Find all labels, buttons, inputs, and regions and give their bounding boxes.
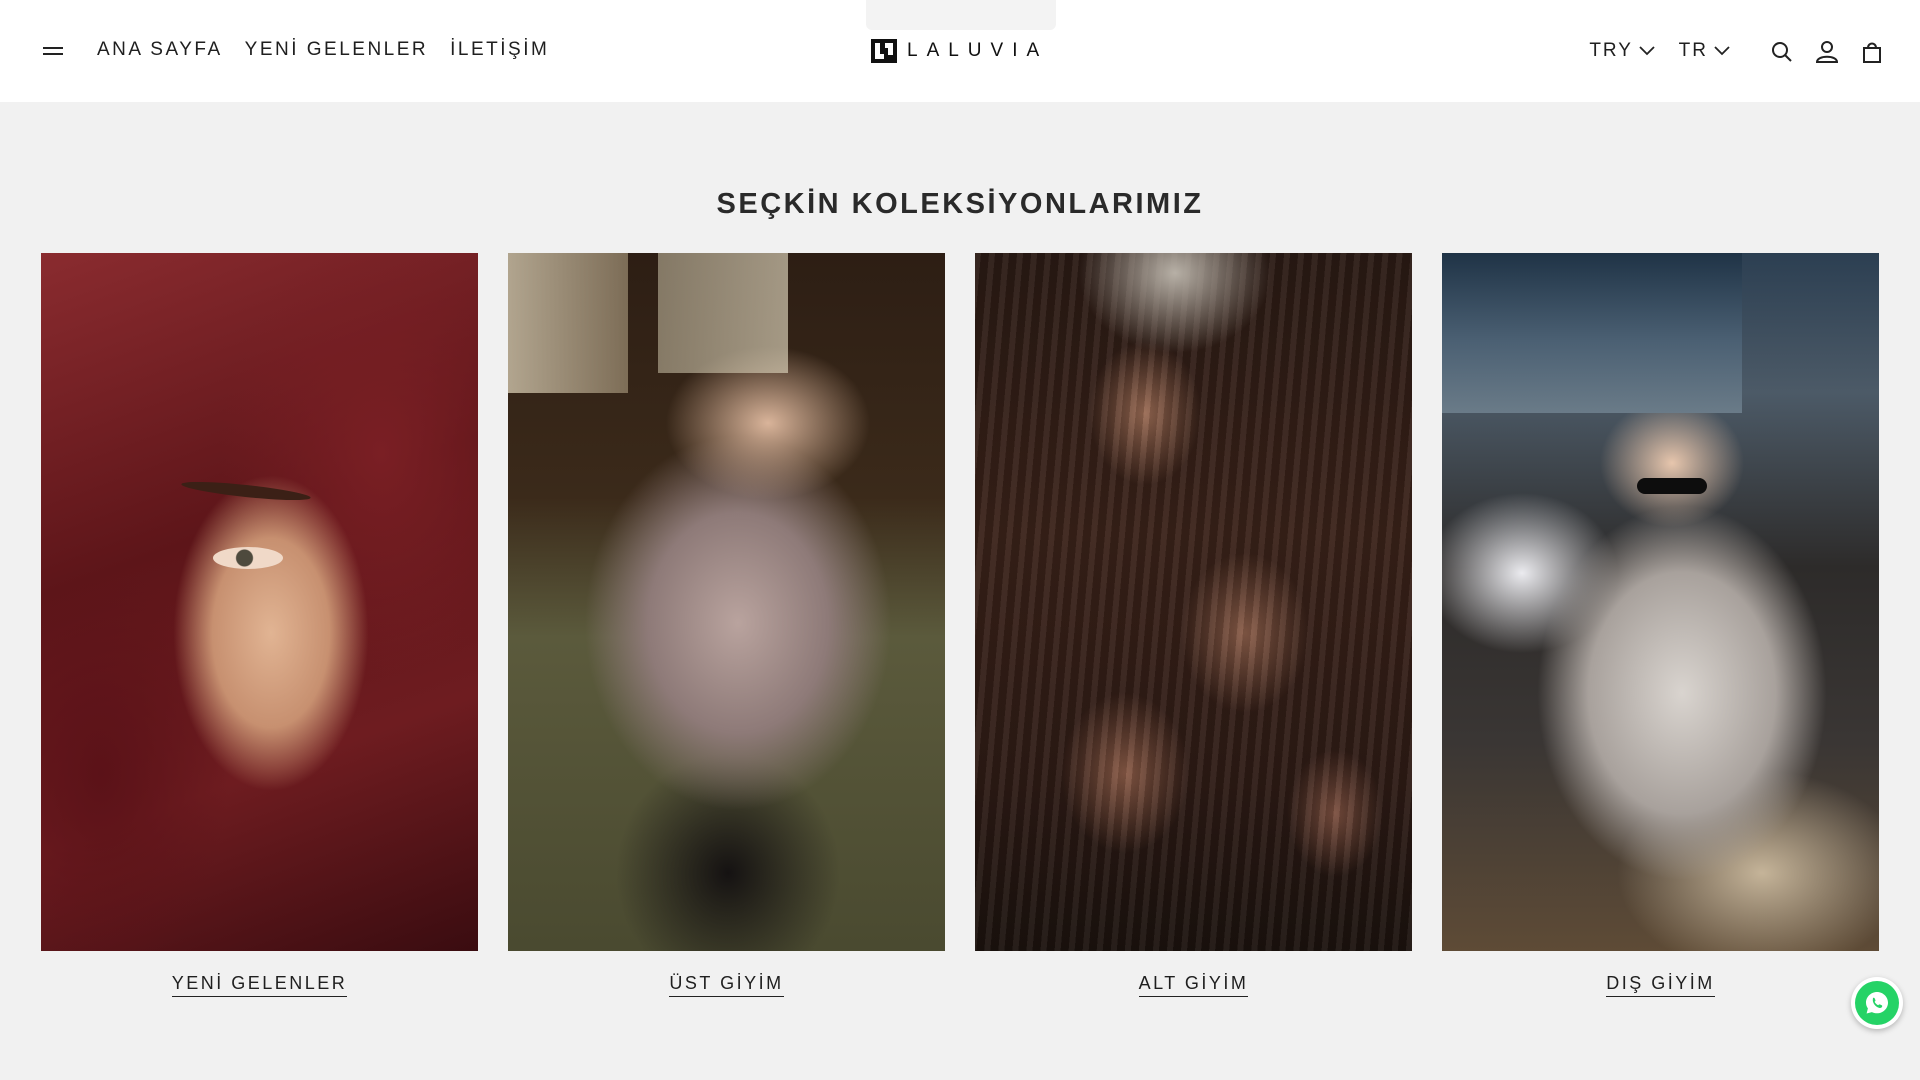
currency-selector[interactable]: TRY	[1589, 36, 1655, 66]
currency-value: TRY	[1589, 40, 1633, 61]
nav-link-contact[interactable]: İLETİŞİM	[450, 38, 549, 62]
whatsapp-button[interactable]	[1851, 977, 1903, 1029]
collection-image-bottoms[interactable]	[975, 253, 1412, 951]
language-selector[interactable]: TR	[1679, 36, 1730, 66]
collection-label-container: ÜST GİYİM	[508, 973, 945, 997]
menu-icon[interactable]	[40, 42, 66, 62]
collection-link-outerwear[interactable]: DIŞ GİYİM	[1606, 973, 1715, 997]
collection-image-new-arrivals[interactable]	[41, 253, 478, 951]
nav-link-home[interactable]: ANA SAYFA	[97, 38, 223, 62]
collection-card-outerwear[interactable]: DIŞ GİYİM	[1442, 253, 1879, 997]
chevron-down-icon	[1639, 46, 1655, 56]
collection-image-tops[interactable]	[508, 253, 945, 951]
collection-link-new-arrivals[interactable]: YENİ GELENLER	[171, 973, 348, 997]
collection-card-new-arrivals[interactable]: YENİ GELENLER	[41, 253, 478, 997]
cart-icon[interactable]	[1859, 39, 1885, 65]
main-nav: ANA SAYFA YENİ GELENLER İLETİŞİM	[97, 38, 549, 62]
collection-link-bottoms[interactable]: ALT GİYİM	[1138, 973, 1249, 997]
nav-link-new-arrivals[interactable]: YENİ GELENLER	[245, 38, 429, 62]
collection-link-tops[interactable]: ÜST GİYİM	[669, 973, 784, 997]
header-notch	[866, 0, 1056, 30]
collection-label-container: ALT GİYİM	[975, 973, 1412, 997]
collection-label-container: YENİ GELENLER	[41, 973, 478, 997]
chevron-down-icon	[1714, 46, 1730, 56]
whatsapp-icon	[1866, 992, 1888, 1014]
brand-logo[interactable]: LALUVIA	[871, 38, 1048, 64]
collection-card-tops[interactable]: ÜST GİYİM	[508, 253, 945, 997]
logo-text: LALUVIA	[907, 40, 1049, 61]
logo-mark-icon	[871, 39, 897, 63]
site-header: ANA SAYFA YENİ GELENLER İLETİŞİM LALUVIA…	[0, 0, 1920, 102]
collection-label-container: DIŞ GİYİM	[1442, 973, 1879, 997]
section-title: SEÇKİN KOLEKSİYONLARIMIZ	[716, 188, 1204, 220]
language-value: TR	[1678, 40, 1708, 61]
collection-image-outerwear[interactable]	[1442, 253, 1879, 951]
search-icon[interactable]	[1769, 39, 1795, 65]
collection-card-bottoms[interactable]: ALT GİYİM	[975, 253, 1412, 997]
account-icon[interactable]	[1814, 39, 1840, 65]
